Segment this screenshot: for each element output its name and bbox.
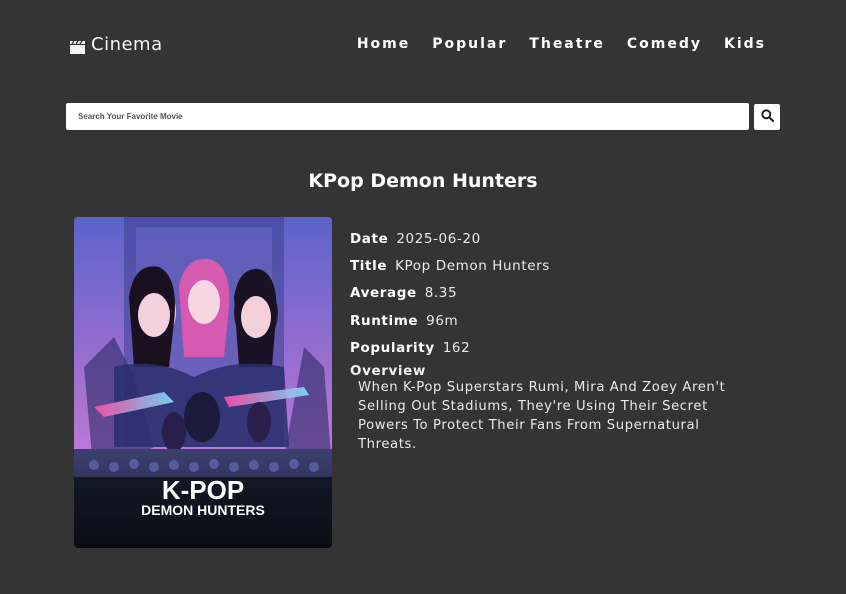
overview-text: When K-Pop Superstars Rumi, Mira And Zoe… [358,380,726,452]
search-icon [760,108,774,125]
main-nav: Home Popular Theatre Comedy Kids [357,36,766,52]
overview-label: Overview [350,363,426,380]
detail-title: Title KPop Demon Hunters [350,252,750,279]
search-input[interactable] [66,103,749,130]
nav-kids[interactable]: Kids [724,36,766,52]
detail-value: 162 [442,339,471,356]
movie-poster[interactable]: K-POP DEMON HUNTERS [74,217,332,548]
detail-value: 96m [426,312,459,329]
detail-runtime: Runtime 96m [350,307,750,334]
detail-average: Average 8.35 [350,280,750,307]
poster-title-line1: K-POP [162,475,244,505]
nav-popular[interactable]: Popular [432,36,507,52]
nav-home[interactable]: Home [357,36,410,52]
nav-comedy[interactable]: Comedy [627,36,702,52]
detail-label: Average [350,285,417,302]
detail-label: Title [350,257,388,274]
detail-value: 8.35 [424,285,458,302]
detail-label: Popularity [350,339,435,356]
detail-value: 2025-06-20 [396,230,481,247]
poster-title-line2: DEMON HUNTERS [141,502,265,518]
detail-label: Runtime [350,312,419,329]
detail-popularity: Popularity 162 [350,334,750,361]
clapperboard-icon [70,38,85,54]
search-bar [66,103,780,130]
movie-heading: KPop Demon Hunters [308,170,538,192]
nav-theatre[interactable]: Theatre [529,36,605,52]
detail-label: Date [350,230,389,247]
search-button[interactable] [754,103,780,130]
detail-value: KPop Demon Hunters [395,257,550,274]
detail-date: Date 2025-06-20 [350,225,750,252]
brand-name: Cinema [91,34,163,55]
header: Cinema Home Popular Theatre Comedy Kids [0,0,846,90]
movie-details: Date 2025-06-20 Title KPop Demon Hunters… [350,225,750,454]
brand-logo[interactable]: Cinema [70,34,163,55]
